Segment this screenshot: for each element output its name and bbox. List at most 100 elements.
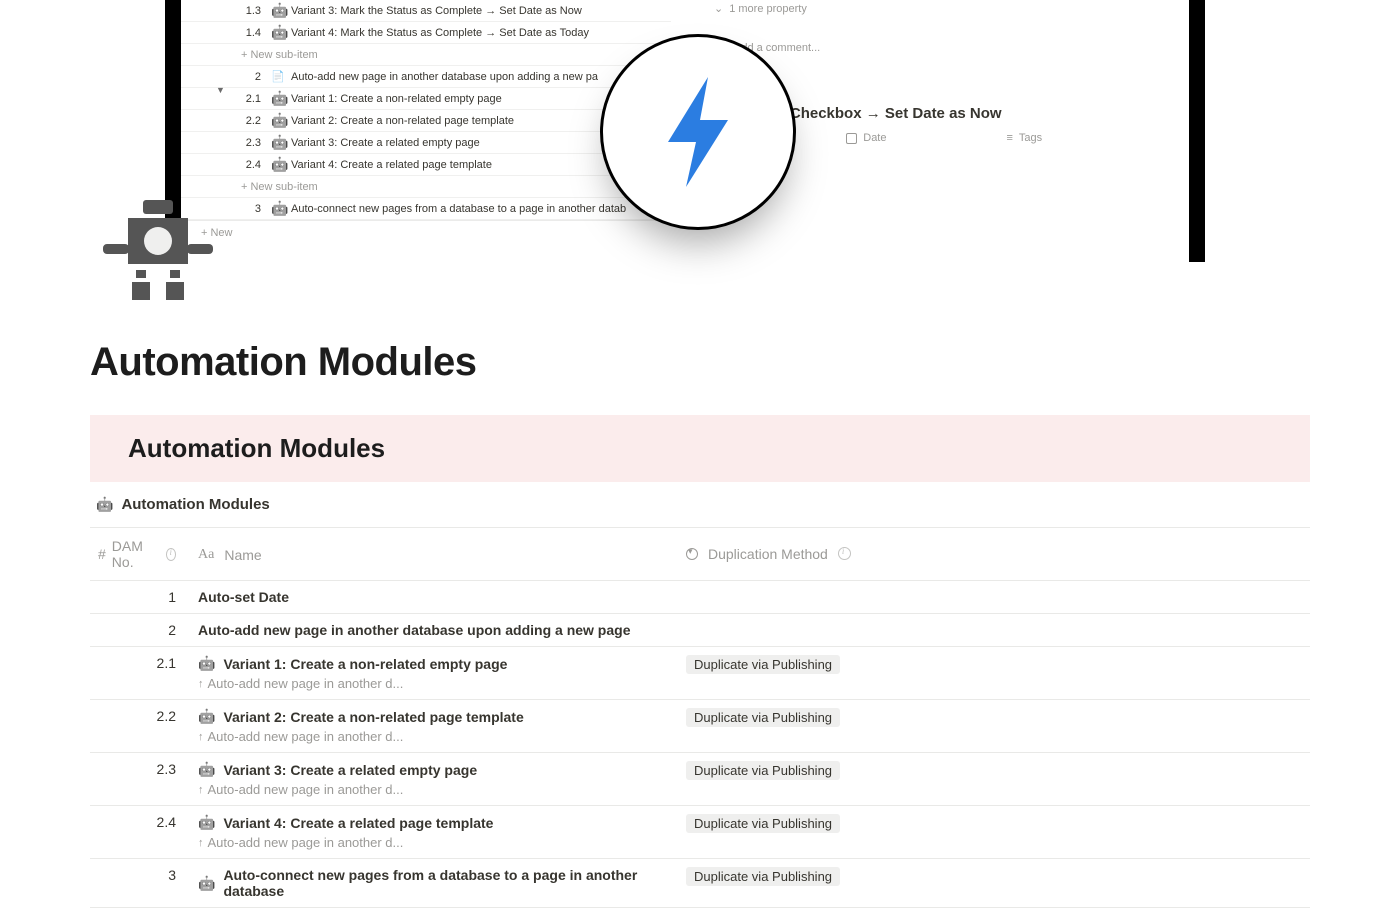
cell-dam-number: 2 [90,614,190,647]
outline-text: Auto-connect new pages from a database t… [291,203,626,215]
robot-icon: 🤖 [271,156,285,173]
calendar-icon [846,133,857,144]
outline-row[interactable]: 1.4 🤖 Variant 4: Mark the Status as Comp… [181,22,671,44]
cell-method: Duplicate via Publishing [678,806,1310,859]
page-icon: 📄 [271,70,285,83]
cell-method: Duplicate via Publishing [678,859,1310,908]
cell-name: 🤖Variant 2: Create a non-related page te… [190,700,678,753]
outline-number: 2.1 [231,93,261,105]
cell-name: 🤖Variant 4: Create a related page templa… [190,806,678,859]
cell-name: Auto-add new page in another database up… [190,614,678,647]
outline-row[interactable]: 2.3 🤖 Variant 3: Create a related empty … [181,132,671,154]
new-sub-item-button[interactable]: + New sub-item [181,176,671,198]
table-row[interactable]: 1Auto-set Date [90,581,1310,614]
info-icon[interactable] [838,547,851,560]
cell-dam-number: 1 [90,581,190,614]
new-row-button[interactable]: + New [181,220,671,244]
more-properties-toggle[interactable]: ⌄ 1 more property [714,0,1179,17]
cell-dam-number: 2.3 [90,753,190,806]
outline-row[interactable]: 1.3 🤖 Variant 3: Mark the Status as Comp… [181,0,671,22]
collapse-toggle-icon[interactable]: ▼ [216,85,225,95]
outline-text: Variant 3: Create a related empty page [291,137,480,149]
cell-name: 🤖Auto-connect new pages from a database … [190,859,678,908]
outline-number: 2 [231,71,261,83]
cell-method [678,614,1310,647]
cell-name: Auto-set Date [190,581,678,614]
table-row[interactable]: 2Auto-add new page in another database u… [90,614,1310,647]
outline-number: 2.4 [231,159,261,171]
outline-text: Variant 1: Create a non-related empty pa… [291,93,502,105]
method-tag: Duplicate via Publishing [686,761,840,780]
outline-row[interactable]: 2.4 🤖 Variant 4: Create a related page t… [181,154,671,176]
add-comment-input[interactable]: Add a comment... [714,35,1179,67]
outline-number: 3 [231,203,261,215]
database-title[interactable]: 🤖 Automation Modules [96,496,1310,513]
parent-arrow-icon: ↑ [198,837,204,849]
callout-heading: Automation Modules [90,415,1310,482]
outline-text: Variant 4: Create a related page templat… [291,159,492,171]
method-tag: Duplicate via Publishing [686,867,840,886]
outline-number: 1.4 [231,27,261,39]
more-properties-label: 1 more property [729,3,807,15]
robot-icon: 🤖 [271,200,285,217]
robot-icon: 🤖 [271,134,285,151]
outline-text: Variant 2: Create a non-related page tem… [291,115,514,127]
robot-icon: 🤖 [198,814,215,831]
outline-row[interactable]: 2.2 🤖 Variant 2: Create a non-related pa… [181,110,671,132]
lightning-badge-icon [600,34,796,230]
table-row[interactable]: 3🤖Auto-connect new pages from a database… [90,859,1310,908]
cell-name: 🤖Variant 3: Create a related empty page↑… [190,753,678,806]
method-tag: Duplicate via Publishing [686,708,840,727]
outline-text: Variant 4: Mark the Status as Complete →… [291,27,589,39]
robot-mascot-icon [98,200,218,300]
cell-dam-number: 3 [90,859,190,908]
new-sub-item-button[interactable]: + New sub-item [181,44,671,66]
page-title: Automation Modules [90,340,1310,385]
robot-icon: 🤖 [198,655,215,672]
select-type-icon [686,548,698,560]
robot-icon: 🤖 [198,761,215,778]
cell-method: Duplicate via Publishing [678,753,1310,806]
column-header-name[interactable]: AaName [190,528,678,581]
parent-arrow-icon: ↑ [198,731,204,743]
modules-table: #DAM No. AaName Duplication Method 1Auto… [90,527,1310,908]
column-header-dam[interactable]: #DAM No. [90,528,190,581]
outline-text: Auto-add new page in another database up… [291,71,598,83]
column-header-method[interactable]: Duplication Method [678,528,1310,581]
table-row[interactable]: 2.1🤖Variant 1: Create a non-related empt… [90,647,1310,700]
parent-arrow-icon: ↑ [198,784,204,796]
outline-row[interactable]: 2.1 🤖 Variant 1: Create a non-related em… [181,88,671,110]
parent-arrow-icon: ↑ [198,678,204,690]
col-date: Date [846,132,886,144]
outline-text: Variant 3: Mark the Status as Complete →… [291,5,582,17]
cell-method: Duplicate via Publishing [678,647,1310,700]
method-tag: Duplicate via Publishing [686,814,840,833]
col-tags: ≡Tags [1007,132,1043,144]
cell-method [678,581,1310,614]
cell-method: Duplicate via Publishing [678,700,1310,753]
table-row[interactable]: 2.3🤖Variant 3: Create a related empty pa… [90,753,1310,806]
number-type-icon: # [98,546,106,562]
outline-row[interactable]: 3 🤖 Auto-connect new pages from a databa… [181,198,671,220]
title-type-icon: Aa [198,547,214,563]
outline-number: 1.3 [231,5,261,17]
cell-dam-number: 2.1 [90,647,190,700]
cell-name: 🤖Variant 1: Create a non-related empty p… [190,647,678,700]
cell-dam-number: 2.2 [90,700,190,753]
table-row[interactable]: 2.4🤖Variant 4: Create a related page tem… [90,806,1310,859]
method-tag: Duplicate via Publishing [686,655,840,674]
robot-icon: 🤖 [198,708,215,725]
chevron-down-icon: ⌄ [714,2,723,15]
cell-dam-number: 2.4 [90,806,190,859]
database-title-label: Automation Modules [121,496,269,513]
outline-number: 2.2 [231,115,261,127]
robot-icon: 🤖 [198,875,215,892]
robot-icon: 🤖 [271,2,285,19]
table-row[interactable]: 2.2🤖Variant 2: Create a non-related page… [90,700,1310,753]
robot-icon: 🤖 [96,496,113,513]
outline-row[interactable]: 2 📄 Auto-add new page in another databas… [181,66,671,88]
info-icon[interactable] [166,548,176,561]
hero-banner: 1.3 🤖 Variant 3: Mark the Status as Comp… [0,0,1400,300]
list-icon: ≡ [1007,132,1013,144]
robot-icon: 🤖 [271,90,285,107]
